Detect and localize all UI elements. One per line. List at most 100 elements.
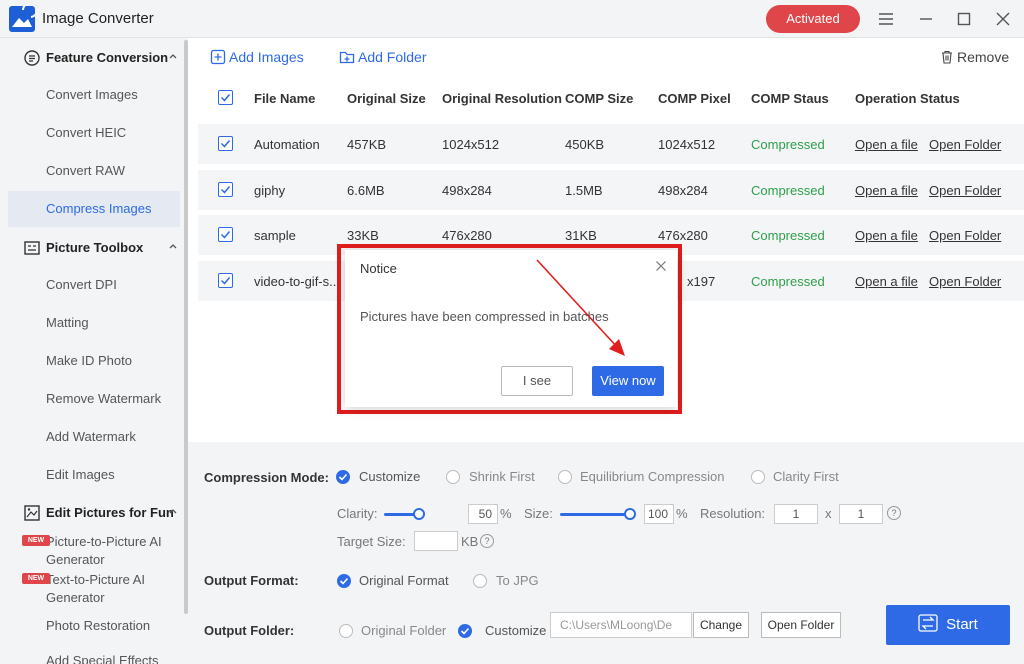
size-value[interactable]: 100 (644, 504, 674, 524)
sidebar-item-convert-dpi[interactable]: Convert DPI (8, 267, 180, 303)
radio-to-jpg[interactable] (473, 574, 487, 588)
open-folder-link[interactable]: Open Folder (929, 228, 1001, 243)
option-equilibrium[interactable]: Equilibrium Compression (580, 469, 725, 484)
sidebar-group-edit-pictures-for-fun[interactable]: Edit Pictures for Fun (0, 494, 184, 530)
size-slider-handle[interactable] (624, 508, 636, 520)
radio-customize[interactable] (336, 470, 350, 484)
output-path-input[interactable]: C:\Users\MLoong\De (550, 612, 692, 638)
row-checkbox[interactable] (218, 136, 233, 151)
target-size-unit: KB (461, 534, 479, 549)
comp-status: Compressed (751, 137, 825, 152)
radio-equilibrium[interactable] (558, 470, 572, 484)
open-file-link[interactable]: Open a file (855, 137, 918, 152)
radio-customize-folder[interactable] (458, 624, 472, 638)
row-checkbox[interactable] (218, 227, 233, 242)
remove-button[interactable]: Remove (940, 49, 1009, 65)
change-folder-button[interactable]: Change (693, 612, 749, 638)
option-original-folder[interactable]: Original Folder (361, 623, 446, 638)
resolution-height[interactable]: 1 (839, 504, 883, 524)
sidebar-item-picture-to-picture-ai[interactable]: NEW Picture-to-Picture AI Generator (8, 531, 180, 569)
sidebar-item-photo-restoration[interactable]: Photo Restoration (8, 608, 180, 644)
view-now-button[interactable]: View now (592, 366, 664, 396)
table-row[interactable]: giphy 6.6MB 498x284 1.5MB 498x284 Compre… (198, 170, 1024, 210)
open-file-link[interactable]: Open a file (855, 274, 918, 289)
open-file-link[interactable]: Open a file (855, 183, 918, 198)
radio-original-format[interactable] (337, 574, 351, 588)
option-shrink-first[interactable]: Shrink First (469, 469, 535, 484)
row-checkbox[interactable] (218, 182, 233, 197)
target-size-input[interactable] (414, 531, 458, 551)
option-original-format[interactable]: Original Format (359, 573, 449, 588)
feature-conversion-icon (24, 50, 40, 66)
sidebar-item-make-id-photo[interactable]: Make ID Photo (8, 343, 180, 379)
add-images-button[interactable]: Add Images (210, 49, 304, 67)
add-folder-button[interactable]: Add Folder (339, 49, 426, 67)
sidebar-item-matting[interactable]: Matting (8, 305, 180, 341)
column-header[interactable]: Operation Status (855, 91, 960, 106)
comp-pixel: x197 (687, 274, 716, 289)
clarity-slider-handle[interactable] (413, 508, 425, 520)
chevron-up-icon (169, 244, 177, 249)
resolution-separator: x (825, 506, 832, 521)
sidebar-group-feature-conversion[interactable]: Feature Conversion (0, 39, 184, 75)
radio-shrink-first[interactable] (446, 470, 460, 484)
sidebar-item-add-special-effects[interactable]: Add Special Effects (8, 643, 180, 664)
open-folder-link[interactable]: Open Folder (929, 274, 1001, 289)
sidebar-item-edit-images[interactable]: Edit Images (8, 457, 180, 493)
option-clarity-first[interactable]: Clarity First (773, 469, 839, 484)
minimize-icon[interactable] (916, 9, 936, 29)
column-header[interactable]: File Name (254, 91, 315, 106)
dialog-close-icon[interactable] (655, 260, 667, 272)
sidebar-item-label: Picture-to-Picture AI Generator (46, 534, 162, 567)
sidebar: Feature Conversion Convert Images Conver… (0, 38, 188, 664)
notice-dialog: Notice Pictures have been compressed in … (345, 250, 677, 407)
table-row[interactable]: Automation 457KB 1024x512 450KB 1024x512… (198, 124, 1024, 164)
resolution-width[interactable]: 1 (774, 504, 818, 524)
original-resolution: 1024x512 (442, 137, 500, 152)
sidebar-group-picture-toolbox[interactable]: Picture Toolbox (0, 229, 184, 265)
original-size: 6.6MB (347, 183, 385, 198)
open-folder-button[interactable]: Open Folder (761, 612, 841, 638)
menu-icon[interactable] (876, 9, 896, 29)
column-header[interactable]: COMP Staus (751, 91, 829, 106)
activated-button[interactable]: Activated (766, 5, 860, 33)
open-folder-link[interactable]: Open Folder (929, 137, 1001, 152)
column-header[interactable]: Original Resolution (442, 91, 562, 106)
radio-original-folder[interactable] (339, 624, 353, 638)
clarity-label: Clarity: (337, 506, 378, 521)
radio-clarity-first[interactable] (751, 470, 765, 484)
size-label: Size: (524, 506, 553, 521)
comp-pixel: 476x280 (658, 228, 708, 243)
sidebar-item-text-to-picture-ai[interactable]: NEW Text-to-Picture AI Generator (8, 569, 180, 607)
target-size-help-icon[interactable]: ? (480, 534, 494, 548)
resolution-help-icon[interactable]: ? (887, 506, 901, 520)
column-header[interactable]: COMP Pixel (658, 91, 731, 106)
i-see-button[interactable]: I see (501, 366, 573, 396)
add-images-label: Add Images (229, 49, 304, 65)
sidebar-group-label: Feature Conversion (46, 50, 169, 65)
option-to-jpg[interactable]: To JPG (496, 573, 539, 588)
start-button[interactable]: Start (886, 605, 1010, 645)
toolbox-icon (24, 241, 40, 255)
dialog-message: Pictures have been compressed in batches (360, 309, 609, 324)
option-customize[interactable]: Customize (359, 469, 420, 484)
sidebar-item-compress-images[interactable]: Compress Images (8, 191, 180, 227)
chevron-up-icon (169, 54, 177, 59)
select-all-checkbox[interactable] (218, 90, 233, 105)
column-header[interactable]: COMP Size (565, 91, 633, 106)
size-slider[interactable] (560, 513, 630, 516)
open-file-link[interactable]: Open a file (855, 228, 918, 243)
sidebar-item-convert-heic[interactable]: Convert HEIC (8, 115, 180, 151)
sidebar-item-remove-watermark[interactable]: Remove Watermark (8, 381, 180, 417)
clarity-value[interactable]: 50 (468, 504, 498, 524)
row-checkbox[interactable] (218, 273, 233, 288)
sidebar-item-convert-images[interactable]: Convert Images (8, 77, 180, 113)
sidebar-item-add-watermark[interactable]: Add Watermark (8, 419, 180, 455)
comp-pixel: 498x284 (658, 183, 708, 198)
maximize-icon[interactable] (954, 9, 974, 29)
sidebar-item-convert-raw[interactable]: Convert RAW (8, 153, 180, 189)
open-folder-link[interactable]: Open Folder (929, 183, 1001, 198)
close-icon[interactable] (993, 9, 1013, 29)
option-customize-folder[interactable]: Customize (485, 623, 546, 638)
column-header[interactable]: Original Size (347, 91, 426, 106)
